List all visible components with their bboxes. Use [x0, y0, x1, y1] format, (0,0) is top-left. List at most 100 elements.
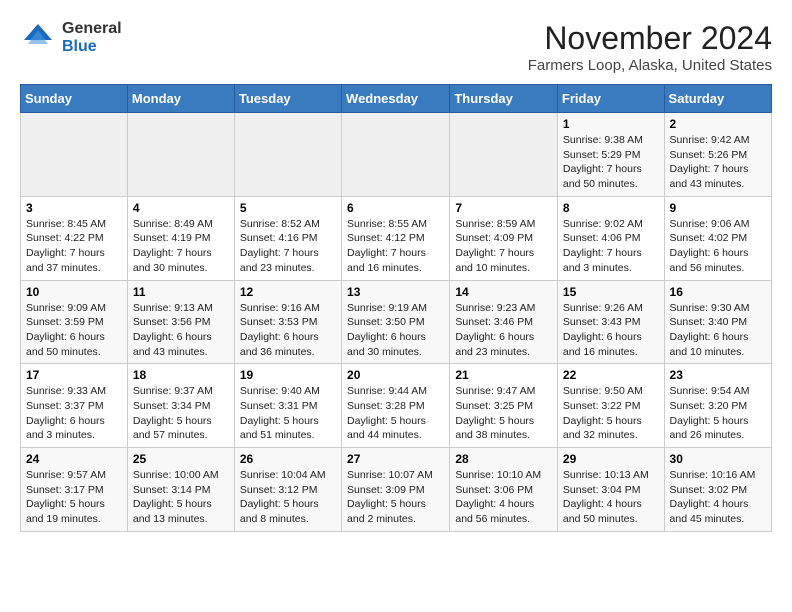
calendar-cell: 8 Sunrise: 9:02 AM Sunset: 4:06 PM Daylig… — [557, 196, 664, 280]
calendar-cell: 21 Sunrise: 9:47 AM Sunset: 3:25 PM Dayli… — [450, 364, 558, 448]
logo-general: General — [62, 20, 122, 38]
day-number: 4 — [133, 201, 229, 215]
day-info: Sunrise: 9:02 AM Sunset: 4:06 PM Dayligh… — [563, 217, 659, 276]
day-info: Sunrise: 9:50 AM Sunset: 3:22 PM Dayligh… — [563, 384, 659, 443]
calendar-cell: 3 Sunrise: 8:45 AM Sunset: 4:22 PM Daylig… — [21, 196, 128, 280]
calendar-subtitle: Farmers Loop, Alaska, United States — [528, 57, 772, 74]
calendar-cell — [21, 113, 128, 197]
logo: General Blue — [20, 20, 122, 56]
day-info: Sunrise: 9:47 AM Sunset: 3:25 PM Dayligh… — [455, 384, 552, 443]
day-info: Sunrise: 8:59 AM Sunset: 4:09 PM Dayligh… — [455, 217, 552, 276]
calendar-cell: 29 Sunrise: 10:13 AM Sunset: 3:04 PM Dayl… — [557, 448, 664, 532]
day-number: 16 — [670, 285, 766, 299]
day-info: Sunrise: 10:10 AM Sunset: 3:06 PM Daylig… — [455, 468, 552, 527]
day-info: Sunrise: 9:44 AM Sunset: 3:28 PM Dayligh… — [347, 384, 444, 443]
calendar-cell: 23 Sunrise: 9:54 AM Sunset: 3:20 PM Dayli… — [664, 364, 771, 448]
weekday-header-friday: Friday — [557, 85, 664, 113]
page-header: General Blue November 2024 Farmers Loop,… — [20, 20, 772, 74]
day-info: Sunrise: 9:13 AM Sunset: 3:56 PM Dayligh… — [133, 301, 229, 360]
day-number: 12 — [240, 285, 336, 299]
day-info: Sunrise: 8:49 AM Sunset: 4:19 PM Dayligh… — [133, 217, 229, 276]
day-number: 26 — [240, 452, 336, 466]
day-number: 9 — [670, 201, 766, 215]
calendar-cell — [450, 113, 558, 197]
day-info: Sunrise: 8:45 AM Sunset: 4:22 PM Dayligh… — [26, 217, 122, 276]
day-info: Sunrise: 9:40 AM Sunset: 3:31 PM Dayligh… — [240, 384, 336, 443]
day-number: 14 — [455, 285, 552, 299]
calendar-cell: 28Sunrise: 10:10 AM Sunset: 3:06 PM Dayl… — [450, 448, 558, 532]
calendar-week-3: 17Sunrise: 9:33 AM Sunset: 3:37 PM Dayli… — [21, 364, 772, 448]
day-number: 13 — [347, 285, 444, 299]
calendar-week-4: 24Sunrise: 9:57 AM Sunset: 3:17 PM Dayli… — [21, 448, 772, 532]
day-number: 3 — [26, 201, 122, 215]
calendar-cell: 26 Sunrise: 10:04 AM Sunset: 3:12 PM Dayl… — [234, 448, 341, 532]
calendar-cell: 24Sunrise: 9:57 AM Sunset: 3:17 PM Dayli… — [21, 448, 128, 532]
day-info: Sunrise: 10:04 AM Sunset: 3:12 PM Daylig… — [240, 468, 336, 527]
day-info: Sunrise: 9:54 AM Sunset: 3:20 PM Dayligh… — [670, 384, 766, 443]
weekday-header-monday: Monday — [127, 85, 234, 113]
calendar-cell: 6 Sunrise: 8:55 AM Sunset: 4:12 PM Daylig… — [342, 196, 450, 280]
calendar-cell: 1 Sunrise: 9:38 AM Sunset: 5:29 PM Daylig… — [557, 113, 664, 197]
day-number: 6 — [347, 201, 444, 215]
calendar-cell: 17Sunrise: 9:33 AM Sunset: 3:37 PM Dayli… — [21, 364, 128, 448]
calendar-cell: 9Sunrise: 9:06 AM Sunset: 4:02 PM Daylig… — [664, 196, 771, 280]
day-info: Sunrise: 9:16 AM Sunset: 3:53 PM Dayligh… — [240, 301, 336, 360]
calendar-cell: 12 Sunrise: 9:16 AM Sunset: 3:53 PM Dayli… — [234, 280, 341, 364]
calendar-title: November 2024 — [528, 20, 772, 57]
calendar-cell: 16 Sunrise: 9:30 AM Sunset: 3:40 PM Dayli… — [664, 280, 771, 364]
day-number: 10 — [26, 285, 122, 299]
day-info: Sunrise: 9:26 AM Sunset: 3:43 PM Dayligh… — [563, 301, 659, 360]
day-number: 25 — [133, 452, 229, 466]
logo-blue: Blue — [62, 38, 122, 56]
calendar-cell — [342, 113, 450, 197]
day-info: Sunrise: 10:07 AM Sunset: 3:09 PM Daylig… — [347, 468, 444, 527]
weekday-header-thursday: Thursday — [450, 85, 558, 113]
day-info: Sunrise: 9:38 AM Sunset: 5:29 PM Dayligh… — [563, 133, 659, 192]
title-block: November 2024 Farmers Loop, Alaska, Unit… — [528, 20, 772, 74]
weekday-header-saturday: Saturday — [664, 85, 771, 113]
calendar-cell: 25Sunrise: 10:00 AM Sunset: 3:14 PM Dayl… — [127, 448, 234, 532]
day-number: 11 — [133, 285, 229, 299]
day-info: Sunrise: 10:13 AM Sunset: 3:04 PM Daylig… — [563, 468, 659, 527]
day-info: Sunrise: 9:19 AM Sunset: 3:50 PM Dayligh… — [347, 301, 444, 360]
calendar-week-0: 1 Sunrise: 9:38 AM Sunset: 5:29 PM Daylig… — [21, 113, 772, 197]
day-number: 22 — [563, 368, 659, 382]
calendar-cell: 13 Sunrise: 9:19 AM Sunset: 3:50 PM Dayli… — [342, 280, 450, 364]
day-number: 23 — [670, 368, 766, 382]
logo-icon — [20, 20, 56, 56]
day-number: 8 — [563, 201, 659, 215]
day-number: 15 — [563, 285, 659, 299]
logo-text: General Blue — [62, 20, 122, 55]
calendar-cell: 7Sunrise: 8:59 AM Sunset: 4:09 PM Daylig… — [450, 196, 558, 280]
calendar-week-2: 10 Sunrise: 9:09 AM Sunset: 3:59 PM Dayli… — [21, 280, 772, 364]
day-number: 27 — [347, 452, 444, 466]
day-number: 21 — [455, 368, 552, 382]
weekday-header-tuesday: Tuesday — [234, 85, 341, 113]
day-info: Sunrise: 9:23 AM Sunset: 3:46 PM Dayligh… — [455, 301, 552, 360]
day-info: Sunrise: 9:09 AM Sunset: 3:59 PM Dayligh… — [26, 301, 122, 360]
weekday-header-sunday: Sunday — [21, 85, 128, 113]
calendar-cell: 19Sunrise: 9:40 AM Sunset: 3:31 PM Dayli… — [234, 364, 341, 448]
calendar-cell — [234, 113, 341, 197]
calendar-cell: 5Sunrise: 8:52 AM Sunset: 4:16 PM Daylig… — [234, 196, 341, 280]
calendar-cell: 20 Sunrise: 9:44 AM Sunset: 3:28 PM Dayli… — [342, 364, 450, 448]
calendar-week-1: 3 Sunrise: 8:45 AM Sunset: 4:22 PM Daylig… — [21, 196, 772, 280]
calendar-cell: 30Sunrise: 10:16 AM Sunset: 3:02 PM Dayl… — [664, 448, 771, 532]
day-info: Sunrise: 8:55 AM Sunset: 4:12 PM Dayligh… — [347, 217, 444, 276]
calendar-cell: 15 Sunrise: 9:26 AM Sunset: 3:43 PM Dayli… — [557, 280, 664, 364]
calendar-cell: 22 Sunrise: 9:50 AM Sunset: 3:22 PM Dayli… — [557, 364, 664, 448]
day-number: 5 — [240, 201, 336, 215]
day-number: 17 — [26, 368, 122, 382]
day-number: 1 — [563, 117, 659, 131]
calendar-cell: 2Sunrise: 9:42 AM Sunset: 5:26 PM Daylig… — [664, 113, 771, 197]
calendar-cell: 18Sunrise: 9:37 AM Sunset: 3:34 PM Dayli… — [127, 364, 234, 448]
weekday-header-row: SundayMondayTuesdayWednesdayThursdayFrid… — [21, 85, 772, 113]
day-info: Sunrise: 9:42 AM Sunset: 5:26 PM Dayligh… — [670, 133, 766, 192]
day-number: 20 — [347, 368, 444, 382]
day-number: 24 — [26, 452, 122, 466]
calendar-cell: 4 Sunrise: 8:49 AM Sunset: 4:19 PM Daylig… — [127, 196, 234, 280]
day-number: 29 — [563, 452, 659, 466]
calendar-cell: 27 Sunrise: 10:07 AM Sunset: 3:09 PM Dayl… — [342, 448, 450, 532]
day-info: Sunrise: 9:30 AM Sunset: 3:40 PM Dayligh… — [670, 301, 766, 360]
day-info: Sunrise: 10:16 AM Sunset: 3:02 PM Daylig… — [670, 468, 766, 527]
